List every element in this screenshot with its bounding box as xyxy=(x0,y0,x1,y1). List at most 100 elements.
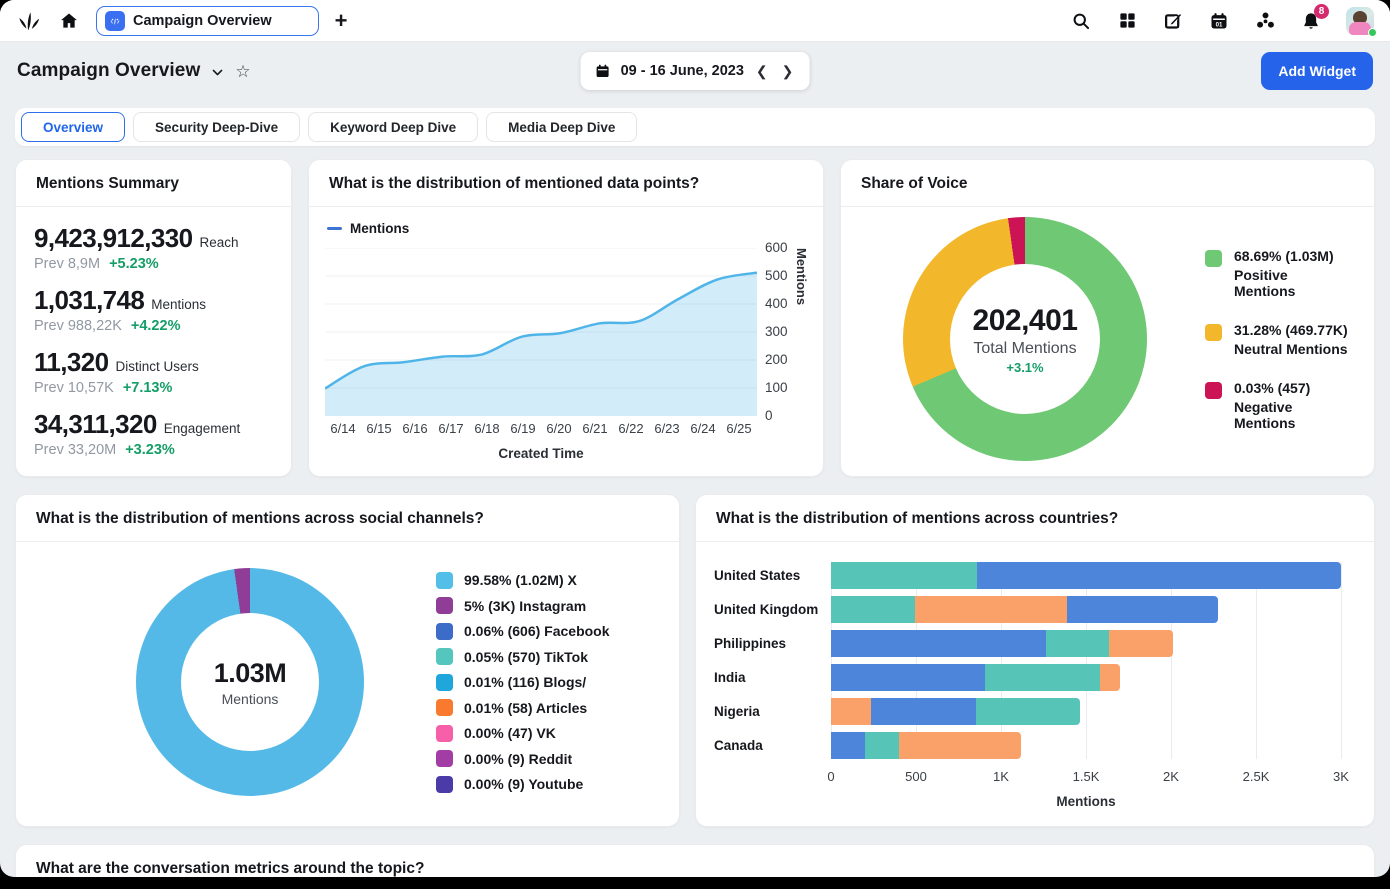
date-range-picker[interactable]: 09 - 16 June, 2023 ❮ ❯ xyxy=(580,52,810,90)
top-navigation-bar: Campaign Overview + 01 8 xyxy=(0,0,1390,42)
bar-segment xyxy=(831,732,865,759)
user-avatar[interactable] xyxy=(1346,6,1377,37)
add-widget-button[interactable]: Add Widget xyxy=(1261,52,1373,90)
timeseries-chart: 0 100 200 300 400 500 600 Mentions xyxy=(324,240,809,423)
x-tick-label: 6/20 xyxy=(546,421,572,436)
x-tick-label: 0 xyxy=(827,769,835,784)
date-next-arrow[interactable]: ❯ xyxy=(780,63,796,80)
metric-unit: Mentions xyxy=(151,297,207,312)
metric-prev: Prev 33,20M +3.23% xyxy=(34,442,273,458)
tab-media-deep-dive[interactable]: Media Deep Dive xyxy=(486,112,638,142)
country-label: Philippines xyxy=(714,636,787,651)
dashboard-doc-tab[interactable]: Campaign Overview xyxy=(96,5,319,36)
x-axis-tick-labels: 6/14 6/15 6/16 6/17 6/18 6/19 6/20 6/21 6/22 6/23… xyxy=(325,421,757,436)
compose-icon[interactable] xyxy=(1162,10,1184,32)
date-prev-arrow[interactable]: ❮ xyxy=(754,63,770,80)
countries-bar-plot[interactable] xyxy=(831,562,1342,766)
legend-label: 99.58% (1.02M) X xyxy=(464,572,577,588)
social-channels-donut-chart[interactable]: 1.03M Mentions xyxy=(136,568,364,796)
grid-line xyxy=(916,562,917,759)
favorite-star-icon[interactable]: ☆ xyxy=(235,62,250,82)
country-bar[interactable] xyxy=(831,562,1341,589)
new-tab-button[interactable]: + xyxy=(333,9,350,32)
search-icon[interactable] xyxy=(1070,10,1092,32)
timeseries-legend[interactable]: Mentions xyxy=(327,221,809,236)
channel-legend-item[interactable]: 0.05% (570) TikTok xyxy=(436,648,610,665)
bar-segment xyxy=(976,698,1081,725)
country-label: Canada xyxy=(714,738,763,753)
x-tick-label: 6/22 xyxy=(618,421,644,436)
bar-segment xyxy=(831,630,1047,657)
metric-unit: Reach xyxy=(199,235,239,250)
legend-swatch xyxy=(436,622,453,640)
channel-legend-item[interactable]: 0.06% (606) Facebook xyxy=(436,622,610,640)
tab-security-deep-dive[interactable]: Security Deep-Dive xyxy=(133,112,301,142)
widget-title: What is the distribution of mentioned da… xyxy=(309,160,823,207)
channel-legend-item[interactable]: 99.58% (1.02M) X xyxy=(436,571,610,589)
share-of-voice-donut-chart[interactable]: 202,401 Total Mentions +3.1% xyxy=(903,217,1147,461)
y-axis-title: Mentions xyxy=(794,248,809,306)
legend-label: 5% (3K) Instagram xyxy=(464,597,587,614)
metric-delta: +5.23% xyxy=(109,256,159,272)
legend-swatch xyxy=(436,699,453,716)
community-icon[interactable] xyxy=(1254,10,1276,32)
mentions-area-chart[interactable] xyxy=(324,247,758,416)
widget-title: Share of Voice xyxy=(841,160,1374,207)
sov-legend-item[interactable]: 31.28% (469.77K) Neutral Mentions xyxy=(1205,322,1348,357)
summary-metric: 9,423,912,330 Reach Prev 8,9M +5.23% xyxy=(34,223,273,272)
metric-prev-value: Prev 988,22K xyxy=(34,318,122,334)
title-chevron-down-icon[interactable] xyxy=(211,66,224,79)
metric-top: 9,423,912,330 Reach xyxy=(34,223,273,254)
home-icon[interactable] xyxy=(56,8,82,34)
timeseries-plot-area[interactable] xyxy=(324,247,758,416)
bar-segment xyxy=(831,596,916,623)
notifications-bell-icon[interactable]: 8 xyxy=(1300,3,1329,32)
channel-legend-item[interactable]: 0.00% (9) Youtube xyxy=(436,775,610,793)
x-tick-label: 6/24 xyxy=(690,421,716,436)
social-channels-widget: What is the distribution of mentions acr… xyxy=(15,494,680,827)
metric-unit: Distinct Users xyxy=(115,359,199,374)
channel-legend-item[interactable]: 5% (3K) Instagram xyxy=(436,597,610,614)
country-bar[interactable] xyxy=(831,698,1341,725)
sprinklr-logo-icon xyxy=(16,8,42,34)
x-tick-label: 6/16 xyxy=(402,421,428,436)
x-tick-label: 6/14 xyxy=(330,421,356,436)
channel-legend-item[interactable]: 0.00% (9) Reddit xyxy=(436,750,610,767)
apps-grid-icon[interactable] xyxy=(1116,10,1138,32)
country-bar[interactable] xyxy=(831,596,1341,623)
total-mentions-delta: +3.1% xyxy=(1006,359,1044,375)
legend-swatch xyxy=(1205,381,1222,399)
widget-title: What is the distribution of mentions acr… xyxy=(16,495,679,542)
conversation-metrics-widget: What are the conversation metrics around… xyxy=(15,844,1375,877)
legend-percentage: 31.28% (469.77K) xyxy=(1234,321,1348,338)
tab-overview[interactable]: Overview xyxy=(21,112,126,142)
summary-metric: 1,031,748 Mentions Prev 988,22K +4.22% xyxy=(34,285,273,334)
metric-delta: +3.23% xyxy=(125,442,175,458)
x-tick-label: 6/18 xyxy=(474,421,500,436)
mentioned-data-points-widget: What is the distribution of mentioned da… xyxy=(308,159,824,477)
calendar-icon[interactable]: 01 xyxy=(1208,10,1230,32)
bar-segment xyxy=(831,698,871,725)
sov-legend-item[interactable]: 68.69% (1.03M) Positive Mentions xyxy=(1205,248,1348,299)
widget-title: What are the conversation metrics around… xyxy=(16,845,1374,877)
legend-name: Negative Mentions xyxy=(1234,398,1296,431)
bar-segment xyxy=(915,596,1068,623)
summary-metric: 11,320 Distinct Users Prev 10,57K +7.13% xyxy=(34,347,273,396)
y-tick-label: 0 xyxy=(765,408,773,423)
notification-badge: 8 xyxy=(1314,3,1329,19)
dashboard-doc-icon xyxy=(105,10,125,31)
legend-percentage: 68.69% (1.03M) xyxy=(1234,247,1334,264)
channel-legend-item[interactable]: 0.01% (58) Articles xyxy=(436,699,610,716)
svg-text:01: 01 xyxy=(1216,21,1223,28)
country-bar[interactable] xyxy=(831,732,1341,759)
bar-segment xyxy=(865,732,899,759)
metric-unit: Engagement xyxy=(163,421,241,436)
channel-legend-item[interactable]: 0.00% (47) VK xyxy=(436,724,610,742)
country-bar[interactable] xyxy=(831,664,1341,691)
sov-legend-item[interactable]: 0.03% (457) Negative Mentions xyxy=(1205,380,1348,431)
x-tick-label: 1.5K xyxy=(1072,769,1100,784)
channel-legend-item[interactable]: 0.01% (116) Blogs/ xyxy=(436,673,610,691)
tab-keyword-deep-dive[interactable]: Keyword Deep Dive xyxy=(308,112,479,142)
country-bar[interactable] xyxy=(831,630,1341,657)
legend-label: 0.00% (9) Youtube xyxy=(464,776,584,792)
